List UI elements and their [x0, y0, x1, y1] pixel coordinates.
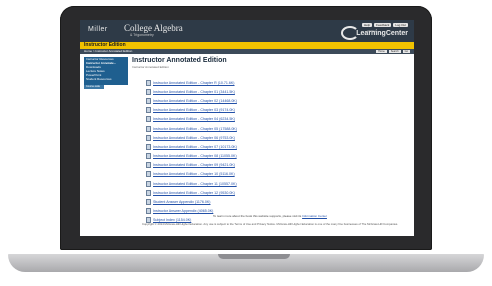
document-link[interactable]: Student Answer Appendix (1176.0K) — [153, 200, 210, 204]
site-header: Miller College Algebra & Trigonometry He… — [80, 20, 414, 42]
document-link[interactable]: Instructor Annotated Edition - Chapter 0… — [153, 117, 235, 121]
sidebar-item-student-resources[interactable]: Student Resources — [84, 77, 128, 81]
document-icon — [146, 189, 151, 196]
list-item: Instructor Annotated Edition - Chapter 0… — [146, 87, 237, 96]
breadcrumb-bar: Home > Instructor Annotated Edition Home… — [80, 49, 414, 54]
document-link[interactable]: Instructor Annotated Edition - Chapter 0… — [153, 90, 235, 94]
help-link[interactable]: Help — [361, 23, 373, 27]
screen: Miller College Algebra & Trigonometry He… — [80, 20, 414, 236]
sidebar-tab[interactable]: Course-wide — [84, 85, 104, 89]
document-icon — [146, 180, 151, 187]
breadcrumb-tools: Home Search Go — [376, 50, 410, 53]
footer-note: To learn more about the book this websit… — [132, 214, 408, 218]
header-links: Help Feedback Log Out — [361, 23, 408, 27]
list-item: Instructor Annotated Edition - Chapter 0… — [146, 124, 237, 133]
document-icon — [146, 125, 151, 132]
document-link[interactable]: Instructor Annotated Edition - Chapter 1… — [153, 191, 235, 195]
list-item: Instructor Annotated Edition - Chapter 1… — [146, 179, 237, 188]
list-item: Instructor Annotated Edition - Chapter 0… — [146, 161, 237, 170]
document-icon — [146, 107, 151, 114]
list-item: Instructor Annotated Edition - Chapter 0… — [146, 106, 237, 115]
crumb-tool-home[interactable]: Home — [376, 50, 387, 53]
document-link[interactable]: Instructor Annotated Edition - Chapter 0… — [153, 99, 237, 103]
document-link[interactable]: Instructor Annotated Edition - Chapter 1… — [153, 172, 235, 176]
document-icon — [146, 116, 151, 123]
document-icon — [146, 143, 151, 150]
document-icon — [146, 153, 151, 160]
footer-note-text: To learn more about the book this websit… — [213, 214, 303, 218]
edition-bar: Instructor Edition — [80, 42, 414, 49]
list-item: Instructor Annotated Edition - Chapter 0… — [146, 115, 237, 124]
list-item: Instructor Annotated Edition - Chapter R… — [146, 78, 237, 87]
list-item: Instructor Annotated Edition - Chapter 1… — [146, 188, 237, 197]
logout-link[interactable]: Log Out — [393, 23, 408, 27]
document-icon — [146, 134, 151, 141]
logo-text: LearningCenter — [356, 30, 408, 37]
document-link[interactable]: Instructor Annotated Edition - Chapter 0… — [153, 127, 237, 131]
laptop-notch — [218, 254, 290, 259]
document-link[interactable]: Instructor Annotated Edition - Chapter R… — [153, 81, 235, 85]
crumb-tool-search[interactable]: Search — [388, 50, 401, 53]
document-icon — [146, 97, 151, 104]
list-item: Instructor Annotated Edition - Chapter 0… — [146, 142, 237, 151]
list-item: Instructor Annotated Edition - Chapter 1… — [146, 170, 237, 179]
document-icon — [146, 162, 151, 169]
breadcrumb[interactable]: Home > Instructor Annotated Edition — [84, 49, 132, 54]
document-link[interactable]: Instructor Annotated Edition - Chapter 0… — [153, 136, 235, 140]
document-icon — [146, 171, 151, 178]
document-icon — [146, 79, 151, 86]
crumb-tool-go[interactable]: Go — [402, 50, 410, 53]
book-subtitle: & Trigonometry — [130, 33, 154, 37]
document-link[interactable]: Instructor Annotated Edition - Chapter 0… — [153, 108, 235, 112]
laptop-base — [8, 254, 484, 272]
information-center-link[interactable]: Information Center — [302, 214, 327, 218]
page-subtitle: Instructor Annotated Edition — [132, 65, 169, 69]
main-content: Instructor Annotated Edition Instructor … — [132, 56, 408, 224]
edition-label: Instructor Edition — [84, 42, 126, 48]
document-link[interactable]: Instructor Annotated Edition - Chapter 0… — [153, 145, 237, 149]
list-item: Student Answer Appendix (1176.0K) — [146, 197, 237, 206]
sidebar: Instructor Resources Instructor Annotate… — [84, 57, 128, 85]
copyright: Copyright © 2014 McGraw-Hill Higher Educ… — [141, 222, 399, 226]
list-item: Instructor Annotated Edition - Chapter 0… — [146, 96, 237, 105]
document-link[interactable]: Instructor Annotated Edition - Chapter 1… — [153, 182, 237, 186]
document-link[interactable]: Instructor Annotated Edition - Chapter 0… — [153, 154, 237, 158]
feedback-link[interactable]: Feedback — [374, 23, 392, 27]
list-item: Instructor Annotated Edition - Chapter 0… — [146, 152, 237, 161]
document-icon — [146, 199, 151, 206]
book-title: College Algebra — [124, 23, 183, 33]
document-icon — [146, 88, 151, 95]
document-list: Instructor Annotated Edition - Chapter R… — [146, 78, 237, 225]
document-link[interactable]: Instructor Answer Appendix (4065.0K) — [153, 209, 213, 213]
list-item: Instructor Annotated Edition - Chapter 0… — [146, 133, 237, 142]
page-title: Instructor Annotated Edition — [132, 57, 227, 64]
document-link[interactable]: Instructor Annotated Edition - Chapter 0… — [153, 163, 235, 167]
brand-name: Miller — [88, 26, 108, 33]
